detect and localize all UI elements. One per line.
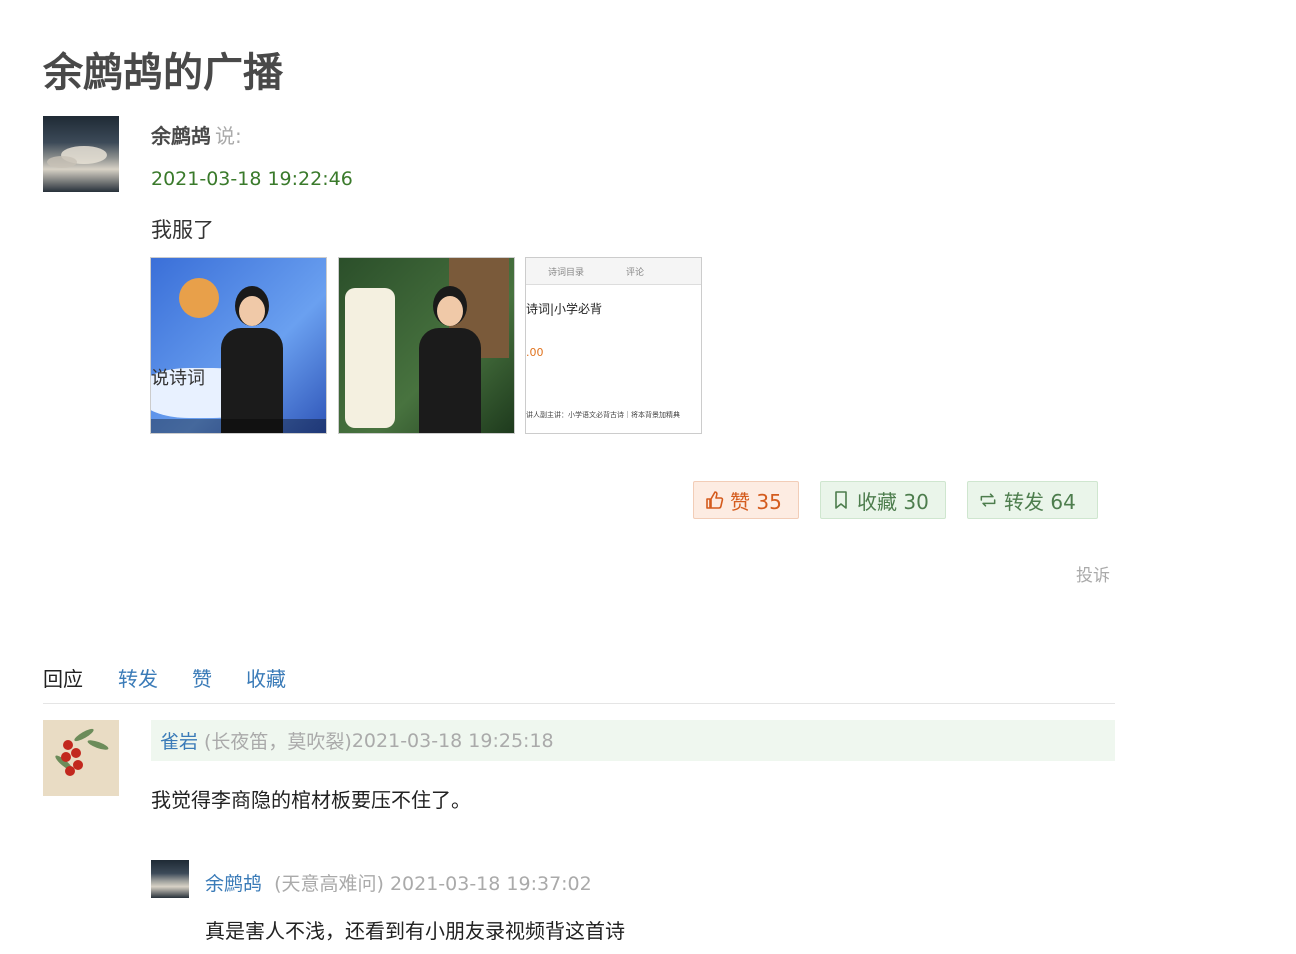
reply-text: 真是害人不浅，还看到有小朋友录视频背这首诗 [205,919,625,943]
image-price: .00 [526,346,544,359]
status-text: 我服了 [151,218,214,242]
image-caption: 说诗词 [151,368,205,389]
status-timestamp[interactable]: 2021-03-18 19:22:46 [151,168,353,190]
reaction-tabs: 回应 转发 赞 收藏 [43,663,1115,704]
reply-time: 2021-03-18 19:37:02 [389,873,592,895]
reply-author[interactable]: 余鹧鸪 [205,873,262,895]
like-label: 赞 35 [730,489,782,514]
tab-reshares[interactable]: 转发 [118,663,158,692]
reply-avatar[interactable] [151,860,189,898]
image-tab-2: 评论 [626,268,645,278]
image-title: 诗词|小学必背 [526,302,603,316]
reply-header: 余鹧鸪 (天意高难问) 2021-03-18 19:37:02 [205,869,592,896]
thumbs-up-icon [706,491,724,509]
status-image-1[interactable]: 说诗词 [150,257,327,434]
reshare-button[interactable]: 转发 64 [967,481,1098,519]
collect-button[interactable]: 收藏 30 [820,481,946,519]
report-link[interactable]: 投诉 [1076,561,1110,586]
comment-author-signature: (长夜笛，莫吹裂) [204,731,352,753]
image-line: 讲人副主讲：小学语文必背古诗｜将本背景加精典 [526,411,680,419]
author-line: 余鹧鸪 说: [151,120,242,149]
page-title: 余鹧鸪的广播 [43,50,283,96]
author-said: 说: [215,124,242,148]
tab-replies[interactable]: 回应 [43,663,83,692]
reply-author-signature: (天意高难问) [274,873,384,895]
collect-label: 收藏 30 [857,489,929,514]
reshare-label: 转发 64 [1004,489,1076,514]
comment-author[interactable]: 雀岩 [160,727,198,754]
status-image-3[interactable]: 诗词目录 评论 诗词|小学必背 .00 讲人副主讲：小学语文必背古诗｜将本背景加精… [525,257,702,434]
tab-likes[interactable]: 赞 [192,663,212,692]
comment-text: 我觉得李商隐的棺材板要压不住了。 [151,788,471,812]
comment-header: 雀岩 (长夜笛，莫吹裂) 2021-03-18 19:25:18 [151,720,1115,761]
tab-collections[interactable]: 收藏 [246,663,286,692]
status-image-2[interactable] [338,257,515,434]
author-name[interactable]: 余鹧鸪 [151,124,211,148]
commenter-avatar[interactable] [43,720,119,796]
author-avatar[interactable] [43,116,119,192]
bookmark-icon [835,491,847,509]
image-tab-1: 诗词目录 [548,268,585,278]
reshare-icon [980,493,996,507]
like-button[interactable]: 赞 35 [693,481,799,519]
comment-time: 2021-03-18 19:25:18 [351,729,554,752]
